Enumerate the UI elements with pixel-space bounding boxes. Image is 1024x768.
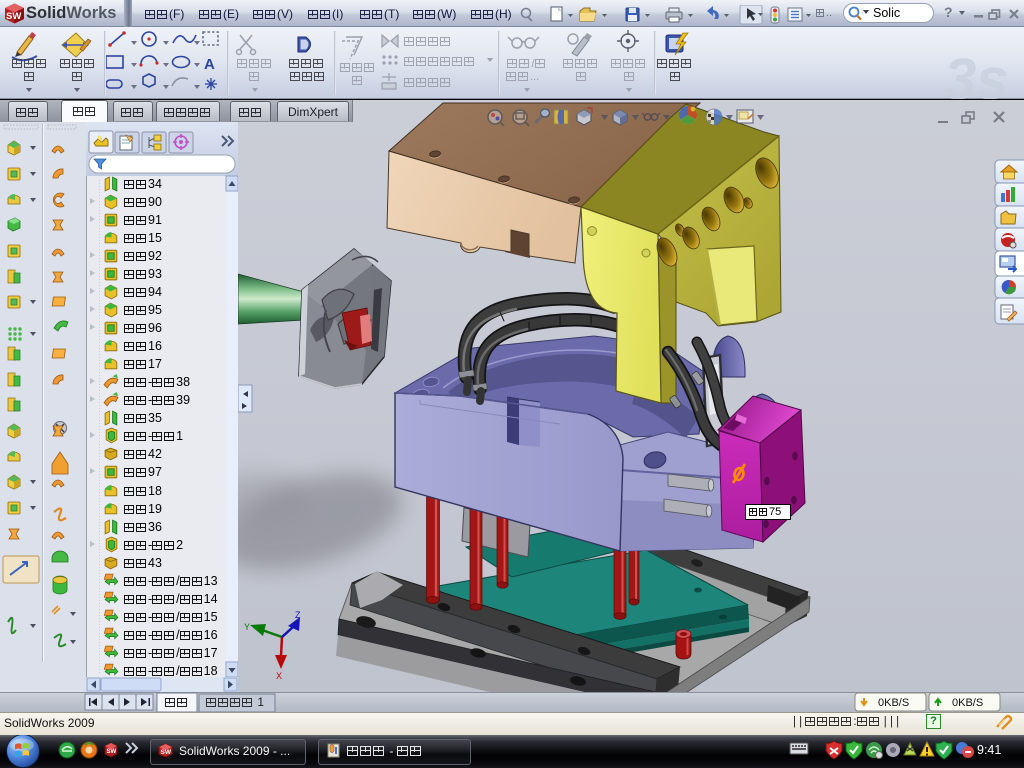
svg-text:9:41: 9:41: [977, 743, 1001, 757]
svg-text:0KB/S: 0KB/S: [952, 697, 983, 709]
svg-text:SW: SW: [107, 749, 117, 755]
svg-text:Y: Y: [244, 622, 250, 632]
svg-text:X: X: [276, 671, 282, 681]
svg-text:Z: Z: [295, 610, 301, 620]
svg-text:SW: SW: [6, 11, 21, 22]
svg-text:3s: 3s: [944, 47, 1009, 99]
svg-text:A: A: [204, 56, 215, 73]
svg-text:0KB/S: 0KB/S: [878, 697, 909, 709]
svg-text:SW: SW: [161, 749, 172, 756]
